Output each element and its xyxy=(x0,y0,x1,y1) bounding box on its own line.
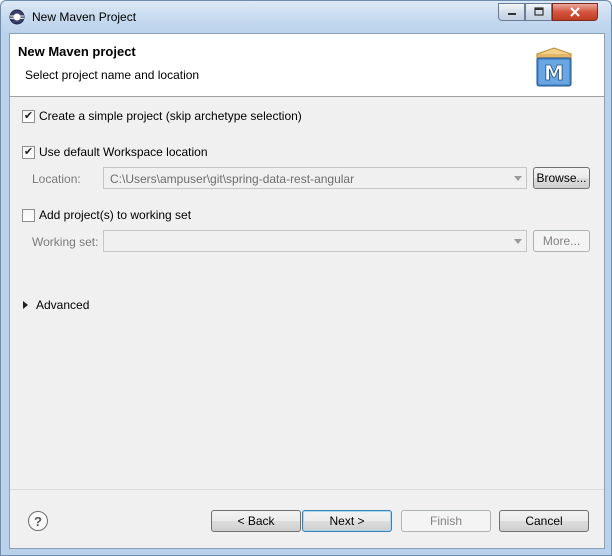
advanced-section-toggle[interactable]: Advanced xyxy=(23,298,89,312)
close-icon xyxy=(570,7,580,17)
location-value: C:\Users\ampuser\git\spring-data-rest-an… xyxy=(110,172,355,186)
chevron-down-icon xyxy=(514,239,522,244)
wizard-header: New Maven project Select project name an… xyxy=(10,34,604,97)
title-bar[interactable]: New Maven Project xyxy=(1,1,611,33)
checkmark-icon: ✔ xyxy=(23,145,34,158)
close-button[interactable] xyxy=(552,3,598,21)
dialog-client: New Maven project Select project name an… xyxy=(9,33,605,549)
window-title: New Maven Project xyxy=(32,10,137,24)
browse-button[interactable]: Browse... xyxy=(533,167,590,189)
maximize-button[interactable] xyxy=(525,3,552,21)
eclipse-icon xyxy=(9,9,25,25)
simple-project-checkbox[interactable]: ✔ xyxy=(22,109,35,123)
maximize-icon xyxy=(533,7,544,16)
more-button: More... xyxy=(533,230,590,252)
finish-button: Finish xyxy=(401,510,491,532)
default-location-checkbox[interactable]: ✔ xyxy=(22,145,35,159)
simple-project-option[interactable]: ✔ Create a simple project (skip archetyp… xyxy=(22,109,302,123)
dialog-window: New Maven Project New Maven project Sele… xyxy=(0,0,612,556)
cancel-button[interactable]: Cancel xyxy=(499,510,589,532)
working-set-option[interactable]: Add project(s) to working set xyxy=(22,208,191,222)
working-set-label: Working set: xyxy=(32,235,99,249)
default-location-option[interactable]: ✔ Use default Workspace location xyxy=(22,145,208,159)
working-set-combo xyxy=(103,230,527,252)
working-set-checkbox[interactable] xyxy=(22,208,35,222)
page-subtitle: Select project name and location xyxy=(25,68,200,82)
simple-project-label: Create a simple project (skip archetype … xyxy=(39,109,302,123)
back-button[interactable]: < Back xyxy=(211,510,301,532)
maven-logo-letter: M xyxy=(544,61,564,85)
wizard-body: ✔ Create a simple project (skip archetyp… xyxy=(10,98,604,488)
location-label: Location: xyxy=(32,172,81,186)
working-set-checkbox-label: Add project(s) to working set xyxy=(39,208,192,222)
checkmark-icon: ✔ xyxy=(23,109,34,122)
wizard-footer: ? < Back Next > Finish Cancel xyxy=(10,489,604,548)
default-location-label: Use default Workspace location xyxy=(39,145,208,159)
help-icon[interactable]: ? xyxy=(28,511,48,531)
advanced-label: Advanced xyxy=(36,298,90,312)
page-title: New Maven project xyxy=(18,44,136,59)
location-combo: C:\Users\ampuser\git\spring-data-rest-an… xyxy=(103,167,527,189)
chevron-down-icon xyxy=(514,176,522,181)
minimize-icon xyxy=(507,13,516,15)
minimize-button[interactable] xyxy=(498,3,525,21)
next-button[interactable]: Next > xyxy=(302,510,392,532)
maven-logo-icon: M xyxy=(535,47,573,87)
expand-triangle-icon xyxy=(23,301,28,309)
